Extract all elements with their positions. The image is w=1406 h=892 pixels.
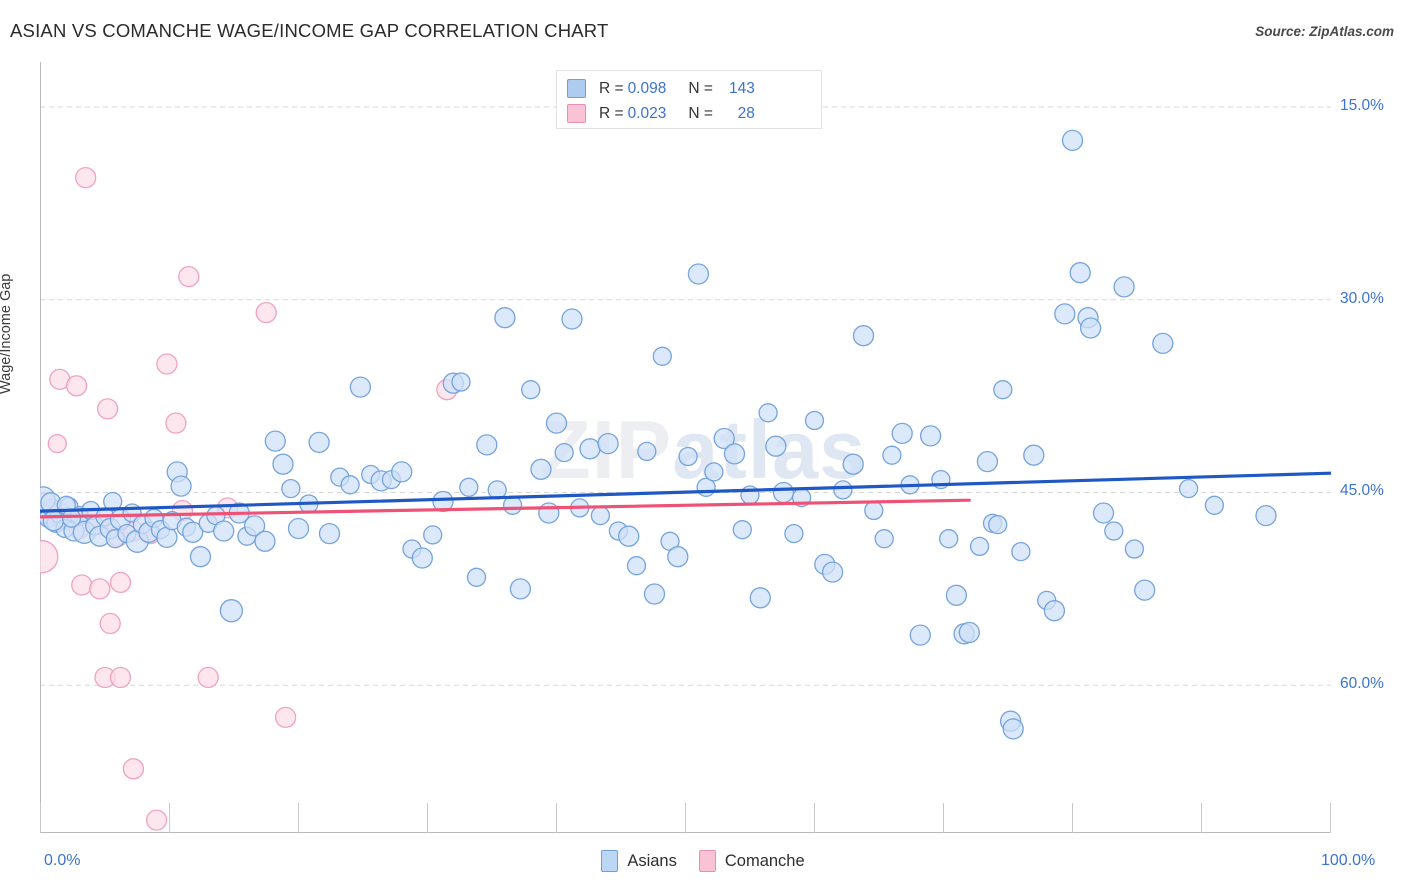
- correlation-stats-legend: R = 0.098 N = 143 R = 0.023 N = 28: [556, 70, 822, 129]
- stats-n-value-comanche: 28: [737, 104, 755, 122]
- page-title: ASIAN VS COMANCHE WAGE/INCOME GAP CORREL…: [10, 20, 609, 41]
- stats-n-label-asians: N =: [688, 79, 713, 97]
- y-tick-label-15: 15.0%: [1340, 96, 1384, 114]
- scatter-svg: [40, 62, 1331, 833]
- x-axis-ticks: [40, 803, 1331, 833]
- stats-r-value-asians: 0.098: [627, 79, 667, 97]
- y-tick-label-60: 60.0%: [1340, 675, 1384, 693]
- points-comanche: [40, 166, 458, 831]
- stats-row-asians: R = 0.098 N = 143: [567, 76, 811, 101]
- stats-r-value-comanche: 0.023: [627, 104, 667, 122]
- legend-item-asians[interactable]: Asians: [601, 850, 677, 872]
- legend-marker-comanche-icon: [698, 850, 716, 872]
- legend-item-comanche[interactable]: Comanche: [698, 850, 805, 872]
- y-tick-label-30: 30.0%: [1340, 289, 1384, 307]
- legend-marker-asians-icon: [601, 850, 619, 872]
- legend-label-comanche: Comanche: [724, 851, 805, 870]
- stats-r-label-asians: R =: [599, 79, 624, 97]
- stats-r-label-comanche: R =: [599, 104, 624, 122]
- gridlines: [40, 106, 1331, 686]
- y-axis-title: Wage/Income Gap: [0, 273, 14, 394]
- series-legend: Asians Comanche: [0, 850, 1406, 872]
- stats-row-comanche: R = 0.023 N = 28: [567, 101, 811, 126]
- legend-label-asians: Asians: [627, 851, 677, 870]
- points-asians: [40, 129, 1277, 740]
- source-attribution: Source: ZipAtlas.com: [1255, 24, 1394, 39]
- stats-n-label-comanche: N =: [688, 104, 713, 122]
- legend-swatch-comanche-icon: [567, 104, 586, 123]
- stats-n-value-asians: 143: [729, 79, 755, 97]
- y-tick-label-45: 45.0%: [1340, 482, 1384, 500]
- correlation-chart: ASIAN VS COMANCHE WAGE/INCOME GAP CORREL…: [0, 0, 1406, 892]
- plot-area: [40, 62, 1331, 833]
- legend-swatch-asians-icon: [567, 79, 586, 98]
